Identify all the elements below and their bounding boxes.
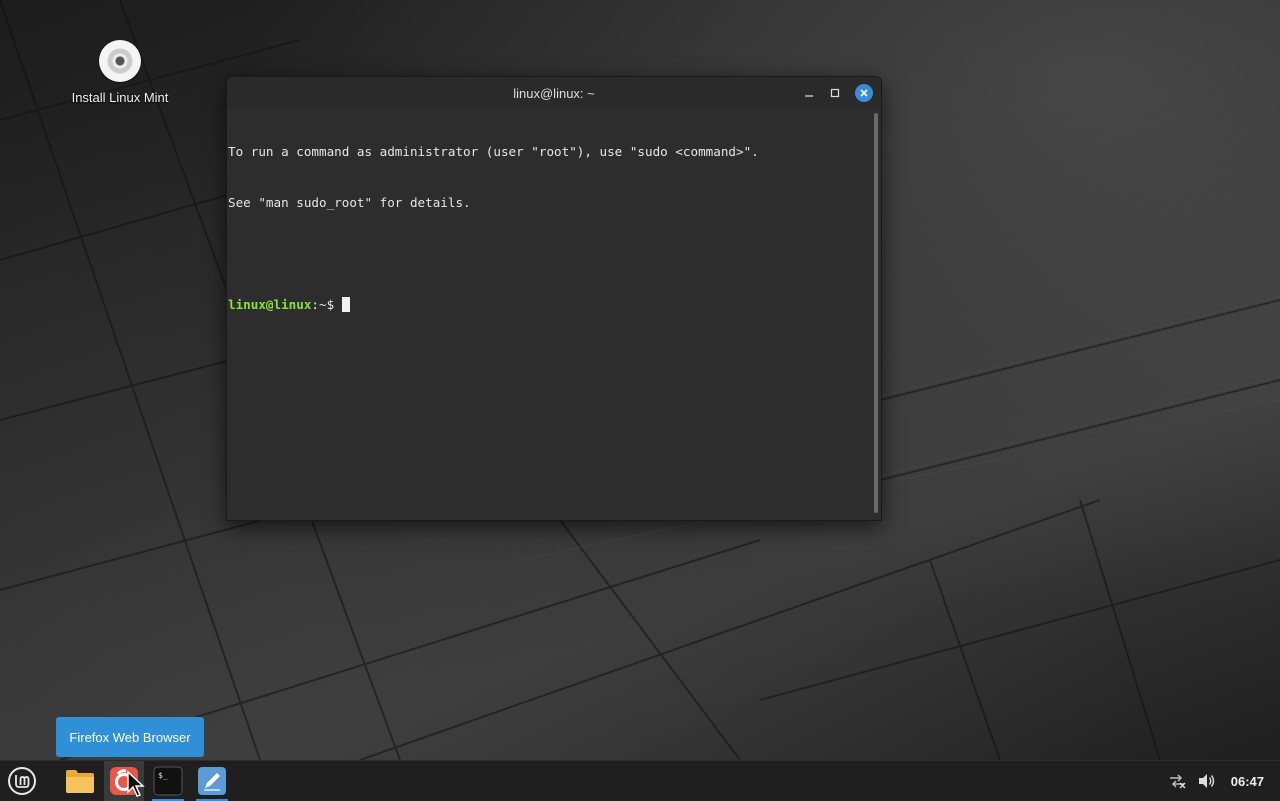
terminal-icon: $_ (153, 766, 183, 796)
files-launcher[interactable] (60, 761, 100, 801)
clock[interactable]: 06:47 (1231, 774, 1264, 789)
linux-mint-logo-icon (8, 767, 36, 795)
terminal-output[interactable]: To run a command as administrator (user … (227, 109, 871, 520)
text-editor-icon (198, 767, 226, 795)
terminal-window[interactable]: linux@linux: ~ To run a command as admin… (226, 76, 882, 521)
desktop-icon-label: Install Linux Mint (71, 90, 169, 105)
text-editor-launcher[interactable] (192, 761, 232, 801)
terminal-line: See "man sudo_root" for details. (228, 195, 471, 210)
svg-text:$_: $_ (158, 771, 168, 780)
network-button[interactable] (1165, 761, 1189, 801)
terminal-line: To run a command as administrator (user … (228, 144, 759, 159)
window-title: linux@linux: ~ (513, 85, 595, 101)
menu-button[interactable] (2, 761, 42, 801)
text-cursor (341, 297, 350, 312)
maximize-icon (830, 88, 840, 98)
close-icon (860, 89, 868, 97)
title-bar[interactable]: linux@linux: ~ (227, 77, 881, 109)
terminal-prompt-line: linux@linux:~$ (228, 296, 871, 313)
system-tray: 06:47 (1165, 761, 1280, 801)
taskbar: $_ 06:47 (0, 760, 1280, 801)
volume-button[interactable] (1195, 761, 1219, 801)
prompt-user: linux@linux (228, 297, 312, 312)
desktop-icon-install-linux-mint[interactable]: Install Linux Mint (60, 40, 180, 105)
mouse-pointer-icon (127, 770, 145, 797)
tooltip: Firefox Web Browser (56, 717, 204, 757)
disc-icon (99, 40, 141, 82)
minimize-button[interactable] (799, 83, 819, 103)
network-disconnected-icon (1169, 774, 1186, 789)
volume-icon (1198, 774, 1214, 788)
scrollbar[interactable] (874, 113, 878, 513)
close-button[interactable] (855, 84, 873, 102)
desktop: Install Linux Mint linux@linux: ~ To run… (0, 0, 1280, 760)
minimize-icon (805, 95, 813, 97)
folder-icon (66, 770, 94, 793)
terminal-launcher[interactable]: $_ (148, 761, 188, 801)
maximize-button[interactable] (825, 83, 845, 103)
prompt-path: :~$ (311, 297, 342, 312)
